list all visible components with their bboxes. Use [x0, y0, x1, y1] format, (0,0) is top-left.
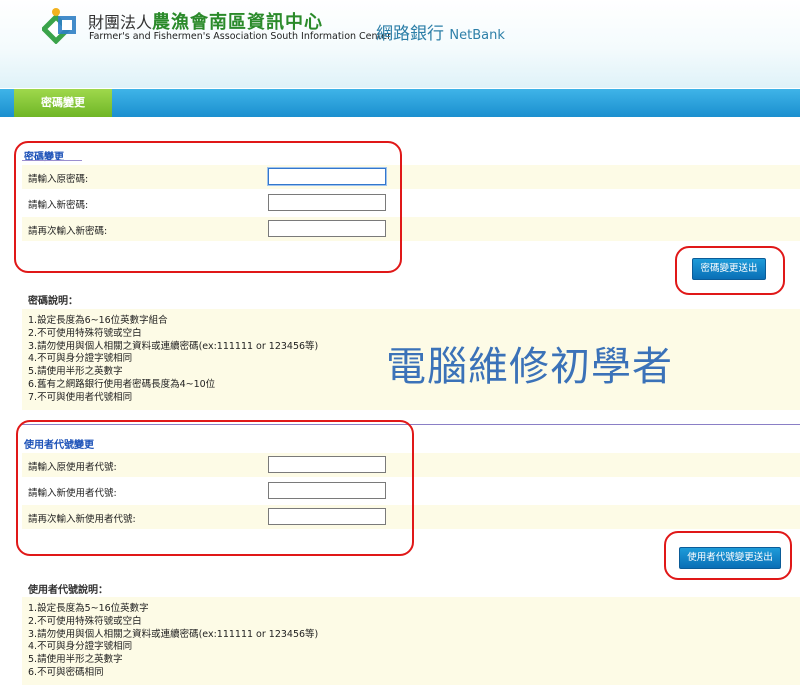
list-item: 5.請使用半形之英數字 — [28, 654, 123, 666]
list-item: 3.請勿使用與個人相關之資料或連續密碼(ex:111111 or 123456等… — [28, 628, 319, 640]
org-name-main: 農漁會南區資訊中心 — [152, 12, 324, 33]
list-item: 6.不可與密碼相同 — [28, 666, 104, 678]
org-name-en: Farmer's and Fishermen's Association Sou… — [89, 31, 392, 42]
list-item: 4.不可與身分證字號相同 — [28, 641, 133, 653]
list-item: 7.不可與使用者代號相同 — [28, 391, 133, 403]
highlight-box-password-form — [14, 141, 402, 273]
watermark-text: 電腦維修初學者 — [386, 344, 673, 390]
userid-notes-box: 1.設定長度為5~16位英數字 2.不可使用特殊符號或空白 3.請勿使用與個人相… — [22, 597, 800, 685]
userid-notes-list: 1.設定長度為5~16位英數字 2.不可使用特殊符號或空白 3.請勿使用與個人相… — [22, 597, 800, 680]
userid-notes-title: 使用者代號說明： — [28, 585, 108, 596]
page-header: 財團法人農漁會南區資訊中心 Farmer's and Fishermen's A… — [0, 0, 800, 88]
list-item: 2.不可使用特殊符號或空白 — [28, 615, 142, 627]
tab-password-change[interactable]: 密碼變更 — [14, 89, 112, 117]
product-name-cn: 網路銀行 — [376, 24, 444, 44]
list-item: 1.設定長度為5~16位英數字 — [28, 603, 149, 614]
org-prefix: 財團法人 — [88, 13, 153, 32]
product-name: 網路銀行 NetBank — [376, 19, 505, 44]
product-name-en: NetBank — [449, 28, 505, 43]
list-item: 1.設定長度為6~16位英數字組合 — [28, 315, 168, 326]
association-logo-icon — [42, 8, 76, 44]
tab-bar: 密碼變更 — [0, 89, 800, 117]
highlight-box-password-submit — [675, 246, 785, 295]
highlight-box-userid-submit — [664, 531, 792, 580]
highlight-box-userid-form — [16, 420, 414, 556]
password-notes-title: 密碼說明： — [28, 296, 78, 307]
